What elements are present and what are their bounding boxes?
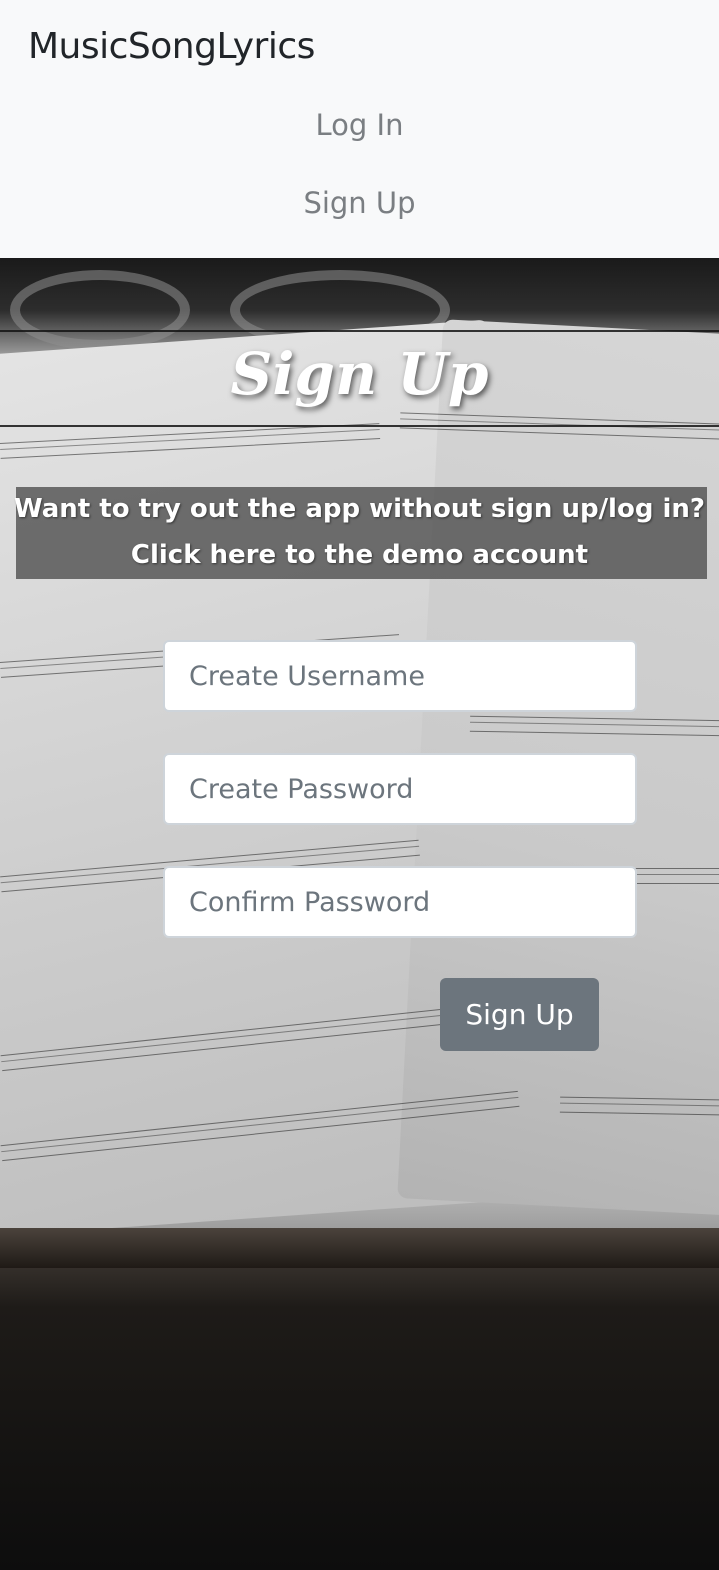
sign-up-button[interactable]: Sign Up bbox=[440, 978, 599, 1051]
title-rule-top bbox=[0, 330, 719, 332]
demo-prompt-text: Want to try out the app without sign up/… bbox=[13, 494, 706, 524]
title-rule-bottom bbox=[0, 425, 719, 427]
navbar: MusicSongLyrics Log In Sign Up bbox=[0, 0, 719, 258]
music-staff bbox=[559, 1096, 719, 1116]
music-stand bbox=[0, 1228, 719, 1268]
brand-link[interactable]: MusicSongLyrics bbox=[28, 26, 315, 67]
password-input[interactable] bbox=[163, 753, 637, 825]
confirm-password-input[interactable] bbox=[163, 866, 637, 938]
nav-signup-link[interactable]: Sign Up bbox=[0, 186, 719, 220]
demo-account-link[interactable]: Click here to the demo account bbox=[0, 540, 719, 570]
page-title: Sign Up bbox=[230, 340, 489, 408]
username-input[interactable] bbox=[163, 640, 637, 712]
decor-lamp-left bbox=[10, 270, 190, 350]
nav-login-link[interactable]: Log In bbox=[0, 108, 719, 142]
